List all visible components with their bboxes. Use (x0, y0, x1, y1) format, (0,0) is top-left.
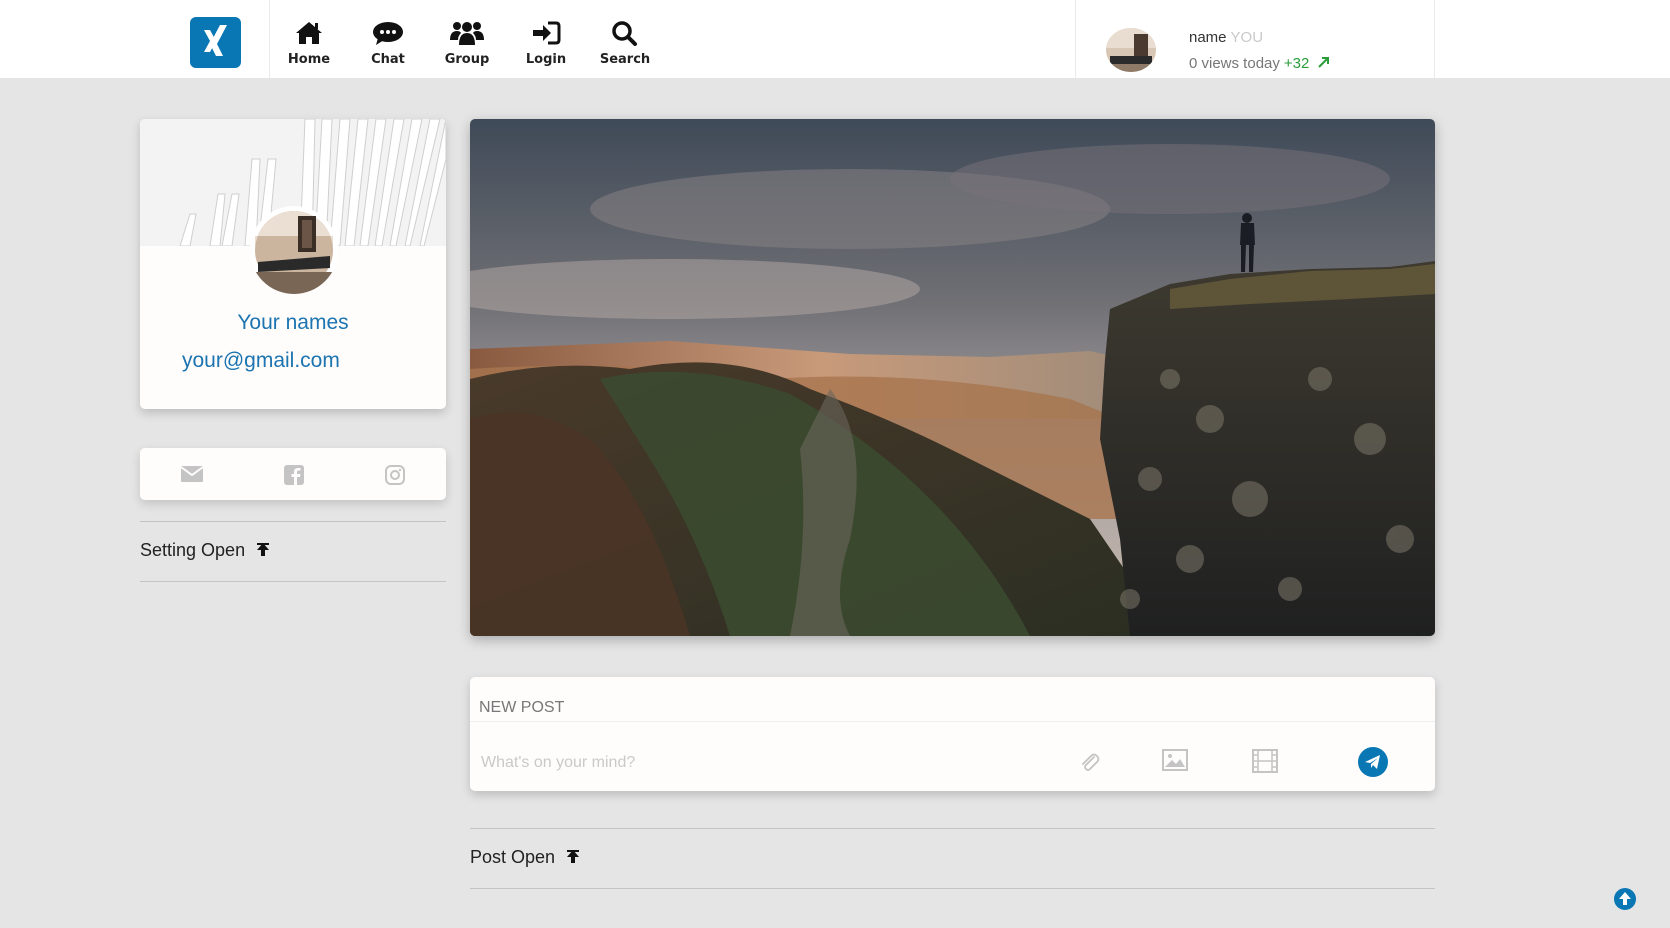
nav-divider (1434, 0, 1435, 78)
upload-arrow-icon (257, 543, 270, 556)
xing-logo[interactable] (190, 17, 241, 68)
new-post-title: NEW POST (479, 699, 565, 716)
post-toggle[interactable]: Post Open (470, 847, 580, 868)
arrow-circle-up-icon (1619, 892, 1631, 905)
home-icon (296, 22, 322, 44)
chat-icon (373, 22, 403, 45)
nav-login-label: Login (525, 52, 567, 67)
nav-login[interactable]: Login (506, 20, 586, 67)
setting-toggle[interactable]: Setting Open (140, 540, 270, 561)
profile-email[interactable]: your@gmail.com (182, 349, 340, 373)
nav-chat-label: Chat (371, 52, 405, 67)
envelope-icon[interactable] (180, 464, 204, 489)
arrow-up-right-icon (1317, 57, 1329, 68)
post-text-input[interactable] (479, 750, 1003, 776)
paperclip-icon[interactable] (1077, 749, 1101, 778)
nav-divider (1075, 0, 1076, 78)
nav-group-label: Group (444, 52, 490, 67)
user-name-text: name (1189, 29, 1227, 46)
nav-chat[interactable]: Chat (348, 20, 428, 67)
divider (470, 828, 1435, 829)
image-icon[interactable] (1162, 749, 1188, 776)
social-links-card (140, 448, 446, 500)
setting-toggle-label: Setting Open (140, 540, 246, 560)
views-delta: +32 (1283, 55, 1310, 72)
user-views-stat: 0 views today +32 (1189, 55, 1330, 72)
group-icon (450, 22, 484, 45)
nav-group[interactable]: Group (427, 20, 507, 67)
nav-home-label: Home (287, 52, 331, 67)
nav-search-label: Search (599, 52, 651, 67)
profile-name[interactable]: Your names (140, 311, 446, 335)
divider (140, 521, 446, 522)
facebook-icon[interactable] (283, 464, 305, 491)
divider (470, 721, 1435, 722)
divider (470, 888, 1435, 889)
profile-card: Your names your@gmail.com (140, 119, 446, 409)
login-icon (533, 21, 561, 45)
upload-arrow-icon (567, 850, 580, 863)
scroll-to-top-button[interactable] (1614, 888, 1636, 910)
views-today-text: 0 views today (1189, 55, 1280, 72)
send-icon (1365, 755, 1380, 769)
profile-avatar[interactable] (250, 206, 338, 294)
nav-home[interactable]: Home (269, 20, 349, 67)
nav-search[interactable]: Search (585, 20, 665, 67)
divider (140, 581, 446, 582)
search-icon (612, 21, 637, 46)
hero-cover-photo (470, 119, 1435, 636)
top-navigation-bar: Home Chat Group Login Search name YOU 0 … (0, 0, 1670, 78)
user-name[interactable]: name YOU (1189, 29, 1263, 46)
film-icon[interactable] (1252, 749, 1278, 778)
user-avatar[interactable] (1106, 28, 1156, 72)
send-post-button[interactable] (1358, 747, 1388, 777)
user-you-tag: YOU (1230, 29, 1264, 46)
new-post-card: NEW POST (470, 677, 1435, 791)
post-toggle-label: Post Open (470, 847, 556, 867)
instagram-icon[interactable] (384, 464, 406, 491)
